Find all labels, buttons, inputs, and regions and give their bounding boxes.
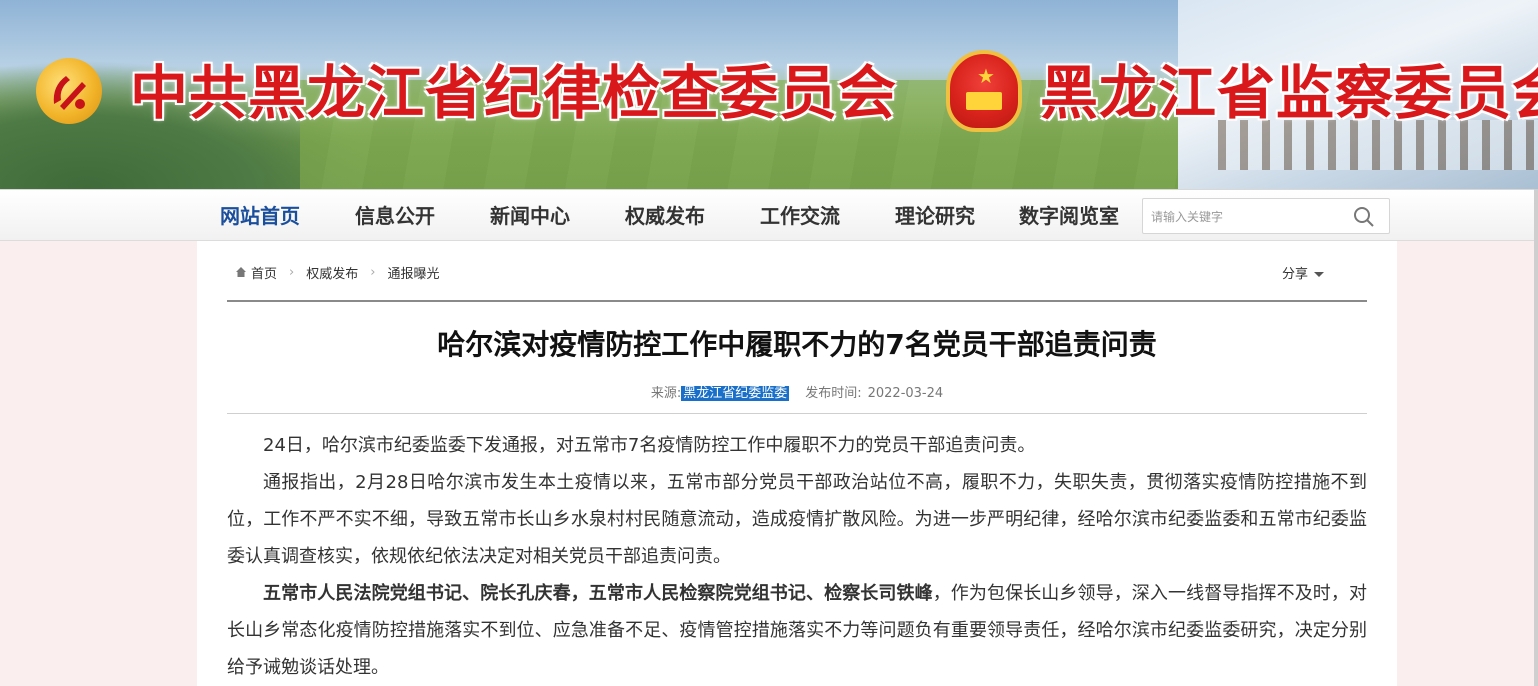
national-emblem-icon: ★ [946,50,1022,132]
date-label: 发布时间: [805,386,862,401]
breadcrumb-home[interactable]: 首页 [251,263,277,282]
chevron-right-icon: › [370,264,376,280]
share-label: 分享 [1282,267,1309,282]
nav-theory-research[interactable]: 理论研究 [895,190,975,242]
nav-authoritative-release[interactable]: 权威发布 [625,190,705,242]
banner-title-supervisory-commission: 黑龙江省监察委员会 [1040,59,1538,127]
paragraph: 24日，哈尔滨市纪委监委下发通报，对五常市7名疫情防控工作中履职不力的党员干部追… [263,435,1036,456]
nav-news-center[interactable]: 新闻中心 [490,190,570,242]
search-icon[interactable] [1353,206,1375,228]
bold-officials: 五常市人民法院党组书记、院长孔庆春，五常市人民检察院党组书记、检察长司铁峰 [263,583,933,604]
nav-work-exchange[interactable]: 工作交流 [760,190,840,242]
share-button[interactable]: 分享 [1282,263,1325,282]
banner-title-discipline-commission: 中共黑龙江省纪律检查委员会 [130,59,898,127]
search-box [1142,198,1390,234]
nav-digital-reading-room[interactable]: 数字阅览室 [1019,190,1119,242]
home-icon [236,267,246,277]
search-input[interactable] [1151,205,1341,229]
date-value: 2022-03-24 [867,386,944,401]
article-meta: 来源: 黑龙江省纪委监委 发布时间: 2022-03-24 [227,384,1367,404]
main-nav: 网站首页 信息公开 新闻中心 权威发布 工作交流 理论研究 数字阅览室 [0,189,1538,241]
header-banner: 中共黑龙江省纪律检查委员会 ★ 黑龙江省监察委员会 [0,0,1538,189]
paragraph: 通报指出，2月28日哈尔滨市发生本土疫情以来，五常市部分党员干部政治站位不高，履… [227,472,1367,567]
breadcrumb-authoritative-release[interactable]: 权威发布 [306,263,358,282]
article-title: 哈尔滨对疫情防控工作中履职不力的7名党员干部追责问责 [437,328,1157,361]
divider [227,300,1367,302]
party-emblem-icon [36,58,102,124]
article-body: 24日，哈尔滨市纪委监委下发通报，对五常市7名疫情防控工作中履职不力的党员干部追… [227,427,1367,686]
article-panel: 首页 › 权威发布 › 通报曝光 分享 哈尔滨对疫情防控工作中履职不力的7名党员… [197,241,1397,686]
source-value[interactable]: 黑龙江省纪委监委 [681,386,790,401]
nav-home[interactable]: 网站首页 [220,190,300,242]
paragraph: 五常市人民法院党组书记、院长孔庆春，五常市人民检察院党组书记、检察长司铁峰，作为… [227,583,1368,678]
breadcrumb: 首页 › 权威发布 › 通报曝光 [235,263,439,282]
source-label: 来源: [650,386,682,401]
divider [227,413,1367,414]
caret-down-icon [1314,272,1325,277]
nav-info-disclosure[interactable]: 信息公开 [355,190,435,242]
window-edge [1534,189,1538,686]
chevron-right-icon: › [289,264,295,280]
breadcrumb-notification-exposure[interactable]: 通报曝光 [387,263,439,282]
